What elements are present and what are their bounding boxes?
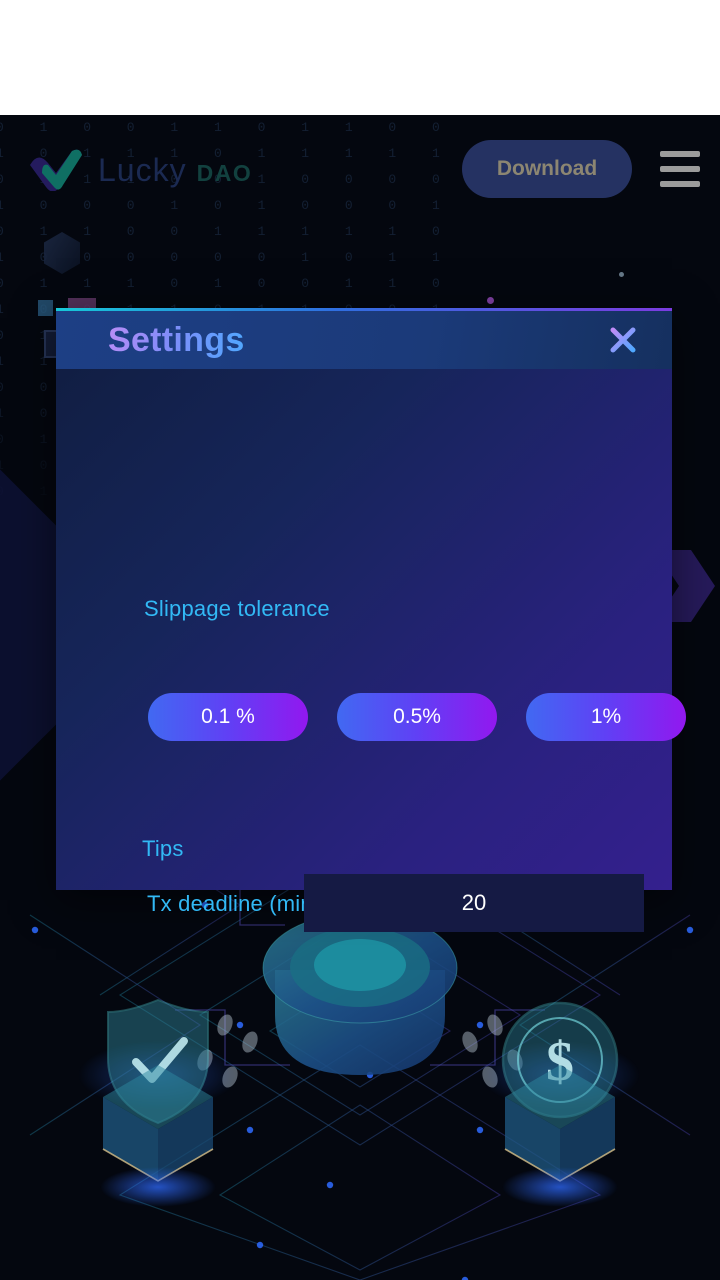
slippage-option-1[interactable]: 0.5% [337,693,497,741]
close-x-icon[interactable] [600,317,646,363]
brand-suffix: DAO [196,159,253,186]
logo[interactable]: Lucky DAO [28,149,252,192]
tx-deadline-input[interactable] [304,874,644,932]
site-header: Lucky DAO Download [0,115,720,225]
download-button[interactable]: Download [462,140,632,198]
slippage-tolerance-label: Slippage tolerance [144,596,330,621]
slippage-option-2[interactable]: 1% [526,693,686,741]
shield-check-icon [78,998,238,1207]
logo-text: Lucky DAO [98,152,252,189]
decor-square-blue [38,300,53,316]
modal-header: Settings [56,311,672,369]
top-white-area [0,0,720,115]
hexagon-shape-icon [44,232,80,274]
modal-body: Slippage tolerance 0.1 % 0.5% 1% Tips Tx… [56,369,686,932]
settings-modal: Settings Slippage tolerance 0.1 % 0.5% 1… [56,308,686,932]
menu-bar-3 [660,181,700,187]
brand-name: Lucky [98,151,187,188]
tips-label: Tips [142,836,184,861]
slippage-option-0[interactable]: 0.1 % [148,693,308,741]
decor-dot-grey [619,272,624,277]
decor-dot-purple [487,297,494,304]
dollar-coin-icon: $ [480,1001,640,1207]
hamburger-menu-icon[interactable] [660,151,700,187]
slippage-options: 0.1 % 0.5% 1% [148,693,686,741]
menu-bar-2 [660,166,700,172]
modal-title: Settings [108,320,245,359]
check-mark-icon [28,149,84,192]
central-platform [262,912,458,1075]
tx-deadline-row: Tx deadline (mins) [56,874,672,936]
menu-bar-1 [660,151,700,157]
app-page: 0 1 0 0 1 1 0 1 1 0 0 0 1 1 1 1 1 0 0 1 … [0,115,720,1280]
